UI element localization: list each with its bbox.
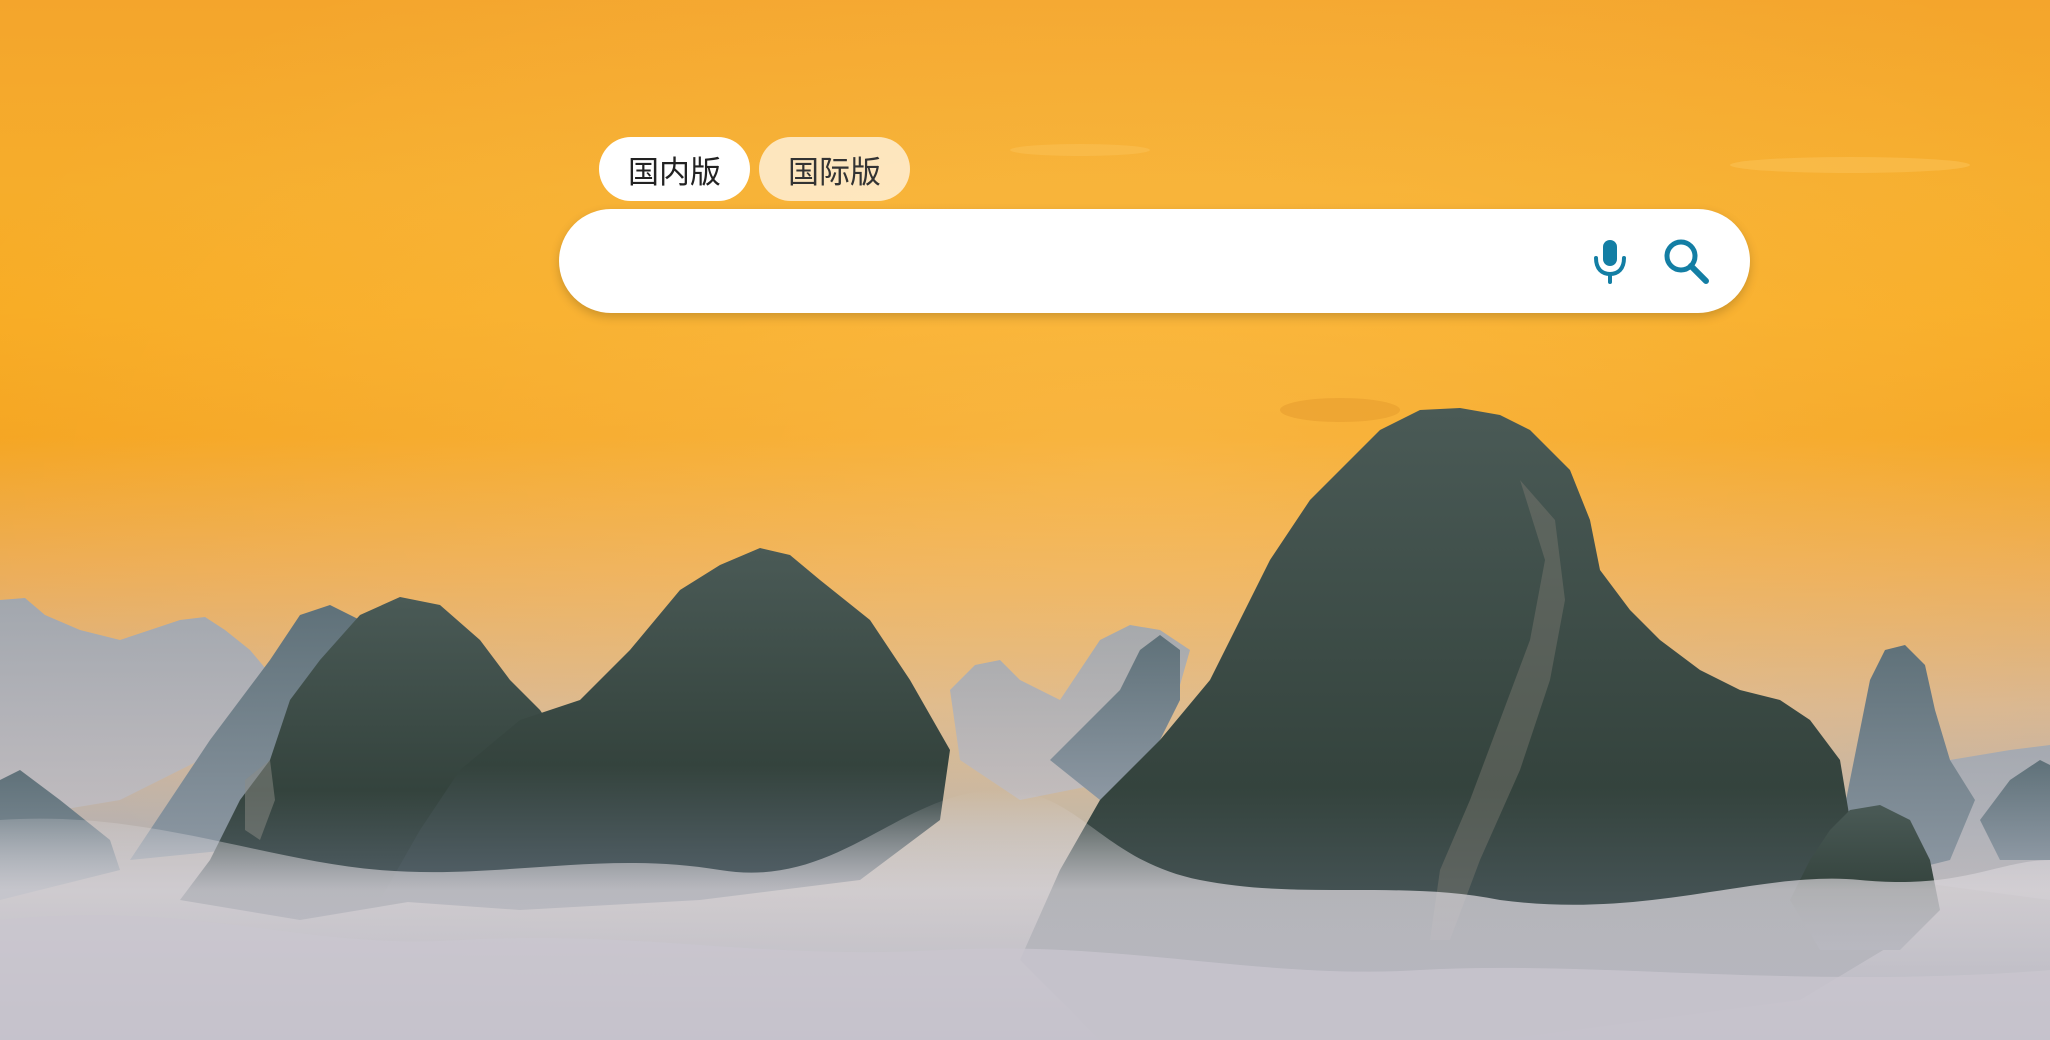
search-icon bbox=[1664, 239, 1709, 284]
background-photo: 国内版 国际版 bbox=[0, 0, 2050, 1040]
tab-international[interactable]: 国际版 bbox=[759, 137, 910, 201]
voice-search-button[interactable] bbox=[1580, 231, 1640, 291]
search-button[interactable] bbox=[1656, 231, 1716, 291]
microphone-icon bbox=[1594, 240, 1626, 284]
search-bar bbox=[559, 209, 1750, 313]
search-input[interactable] bbox=[601, 230, 1580, 292]
region-tabs: 国内版 国际版 bbox=[599, 137, 910, 201]
tab-domestic[interactable]: 国内版 bbox=[599, 137, 750, 201]
karst-mountain-landscape bbox=[0, 0, 2050, 1040]
